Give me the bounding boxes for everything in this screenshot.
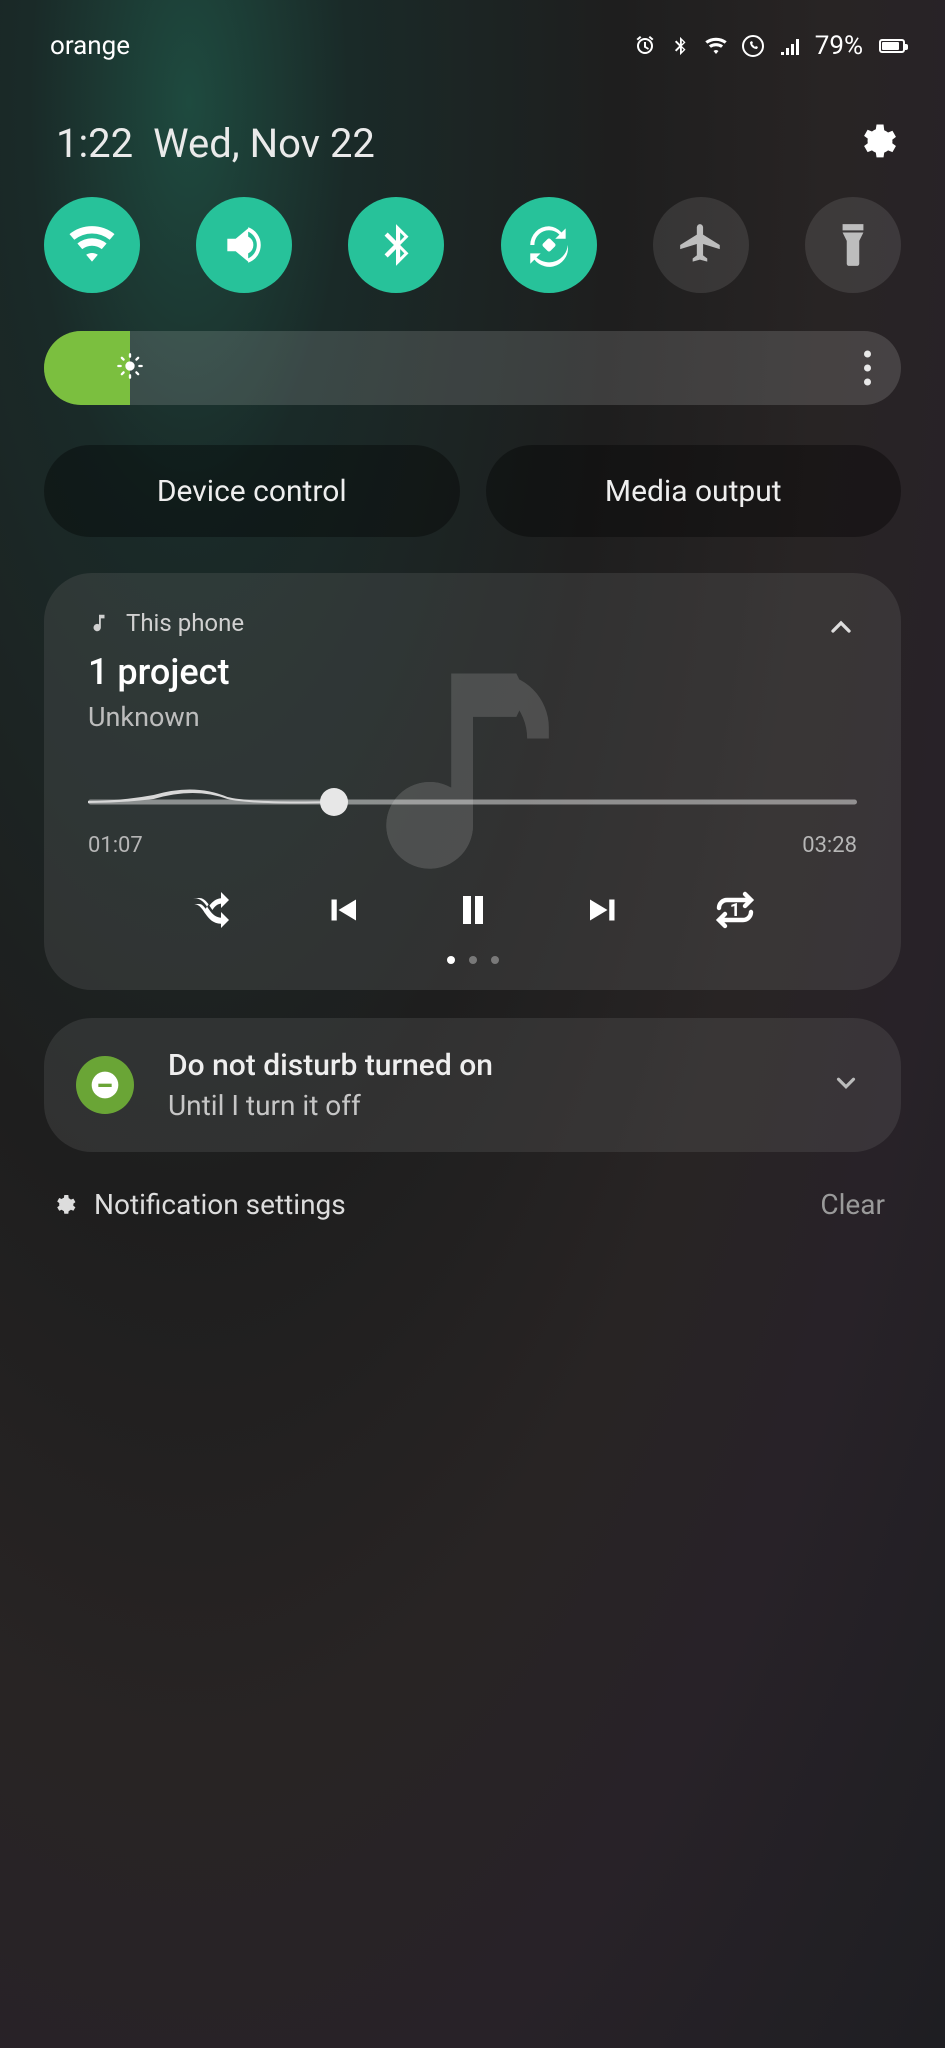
shuffle-button[interactable] [187,886,235,934]
dnd-expand-button[interactable] [831,1068,861,1102]
repeat-button[interactable]: 1 [711,886,759,934]
alarm-icon [633,34,657,58]
wifi-status-icon [703,34,729,58]
skip-previous-icon [321,889,363,931]
wifi-icon [67,220,117,270]
quick-settings-row [0,187,945,293]
bluetooth-toggle[interactable] [348,197,444,293]
carrier-label: orange [50,31,130,61]
time-date: 1:22 Wed, Nov 22 [56,120,375,167]
flashlight-icon [828,220,878,270]
call-status-icon [741,34,765,58]
dnd-subtitle: Until I turn it off [168,1089,493,1122]
signal-status-icon [777,34,801,58]
dnd-notification[interactable]: Do not disturb turned on Until I turn it… [44,1018,901,1152]
battery-percent: 79% [815,31,863,61]
shuffle-icon [187,886,235,934]
dnd-texts: Do not disturb turned on Until I turn it… [168,1048,493,1122]
play-pause-button[interactable] [449,886,497,934]
media-collapse-button[interactable] [825,611,857,647]
speaker-icon [219,220,269,270]
auto-rotate-toggle[interactable] [501,197,597,293]
notification-settings-button[interactable]: Notification settings [52,1188,346,1221]
status-bar: orange 79% [0,0,945,70]
sound-toggle[interactable] [196,197,292,293]
skip-next-icon [583,889,625,931]
status-icons: 79% [633,31,905,61]
header-row: 1:22 Wed, Nov 22 [0,70,945,187]
clear-notifications-button[interactable]: Clear [820,1188,885,1221]
page-dot-1 [447,956,455,964]
notification-settings-label: Notification settings [94,1188,346,1221]
media-player-card: This phone 1 project Unknown 01:07 03:28… [44,573,901,990]
music-small-icon [88,612,110,634]
rotate-icon [524,220,574,270]
page-dot-2 [469,956,477,964]
page-dot-3 [491,956,499,964]
media-track-artist: Unknown [88,701,857,733]
chevron-down-icon [831,1068,861,1098]
gear-icon [855,121,897,163]
next-button[interactable] [583,889,625,931]
media-controls: 1 [88,886,857,934]
flashlight-toggle[interactable] [805,197,901,293]
media-source-label: This phone [126,609,244,637]
notification-footer: Notification settings Clear [52,1188,885,1221]
clock-time: 1:22 [56,120,133,167]
dnd-badge-icon [76,1056,134,1114]
previous-button[interactable] [321,889,363,931]
media-track-title: 1 project [88,651,857,693]
media-progress-slider[interactable] [88,787,857,817]
brightness-slider[interactable] [44,331,901,405]
media-output-button[interactable]: Media output [486,445,902,537]
airplane-toggle[interactable] [653,197,749,293]
minus-circle-icon [89,1069,121,1101]
airplane-icon [676,220,726,270]
brightness-menu-button[interactable] [864,351,871,386]
media-duration: 03:28 [802,833,857,858]
media-elapsed: 01:07 [88,833,143,858]
svg-text:1: 1 [729,900,739,921]
bluetooth-status-icon [669,34,691,58]
repeat-one-icon: 1 [711,886,759,934]
wifi-toggle[interactable] [44,197,140,293]
shortcut-pills: Device control Media output [44,445,901,537]
device-control-button[interactable]: Device control [44,445,460,537]
battery-icon [875,39,905,53]
media-times: 01:07 03:28 [88,833,857,858]
dnd-title: Do not disturb turned on [168,1048,493,1083]
bluetooth-icon [371,220,421,270]
progress-thumb[interactable] [320,788,348,816]
progress-waveform [88,773,334,813]
brightness-thumb-icon [116,352,144,384]
media-source-row: This phone [88,609,857,637]
media-page-dots[interactable] [88,956,857,964]
chevron-up-icon [825,611,857,643]
gear-small-icon [52,1193,76,1217]
settings-button[interactable] [855,121,897,167]
clock-date: Wed, Nov 22 [153,120,375,167]
pause-icon [449,886,497,934]
